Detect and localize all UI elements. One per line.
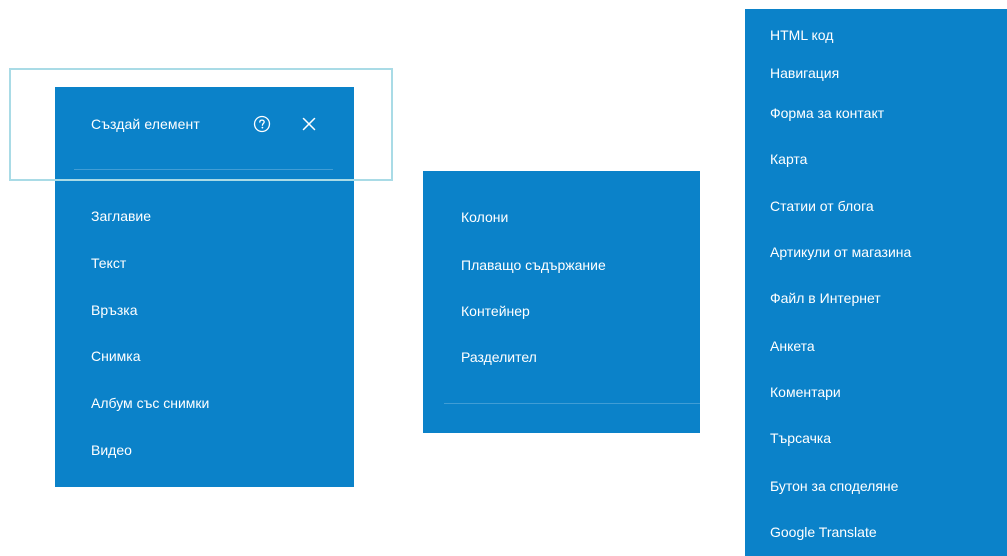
- menu-item-contact-form[interactable]: Форма за контакт: [770, 105, 884, 122]
- menu-item-columns[interactable]: Колони: [461, 209, 508, 226]
- help-button[interactable]: [251, 113, 273, 135]
- menu-item-video[interactable]: Видео: [91, 442, 132, 459]
- menu-item-blog-posts[interactable]: Статии от блога: [770, 198, 874, 215]
- menu-item-store-products[interactable]: Артикули от магазина: [770, 244, 911, 261]
- menu-item-photo-album[interactable]: Албум със снимки: [91, 395, 209, 412]
- menu-item-text[interactable]: Текст: [91, 255, 126, 272]
- menu-item-online-file[interactable]: Файл в Интернет: [770, 290, 881, 307]
- panel-header: Създай елемент: [55, 87, 354, 171]
- menu-item-search[interactable]: Търсачка: [770, 430, 831, 447]
- menu-item-navigation[interactable]: Навигация: [770, 65, 839, 82]
- header-divider: [74, 169, 333, 170]
- help-circle-icon: [253, 115, 271, 133]
- menu-item-share-button[interactable]: Бутон за споделяне: [770, 478, 898, 495]
- close-button[interactable]: [298, 113, 320, 135]
- menu-item-comments[interactable]: Коментари: [770, 384, 841, 401]
- advanced-elements-panel: HTML код Навигация Форма за контакт Карт…: [745, 9, 1007, 556]
- menu-item-floating-content[interactable]: Плаващо съдържание: [461, 257, 606, 274]
- panel-title: Създай елемент: [91, 116, 200, 132]
- create-element-panel: Създай елемент Заглавие Текст Връзка Сни…: [55, 87, 354, 487]
- menu-item-separator[interactable]: Разделител: [461, 349, 537, 366]
- menu-item-html-code[interactable]: HTML код: [770, 27, 833, 44]
- close-icon: [302, 117, 316, 131]
- footer-divider: [444, 403, 700, 404]
- menu-item-container[interactable]: Контейнер: [461, 303, 530, 320]
- menu-item-google-translate[interactable]: Google Translate: [770, 524, 877, 541]
- menu-item-link[interactable]: Връзка: [91, 302, 138, 319]
- layout-elements-panel: Колони Плаващо съдържание Контейнер Разд…: [423, 171, 700, 433]
- menu-item-map[interactable]: Карта: [770, 151, 807, 168]
- menu-item-image[interactable]: Снимка: [91, 348, 141, 365]
- menu-item-poll[interactable]: Анкета: [770, 338, 815, 355]
- menu-item-heading[interactable]: Заглавие: [91, 208, 151, 225]
